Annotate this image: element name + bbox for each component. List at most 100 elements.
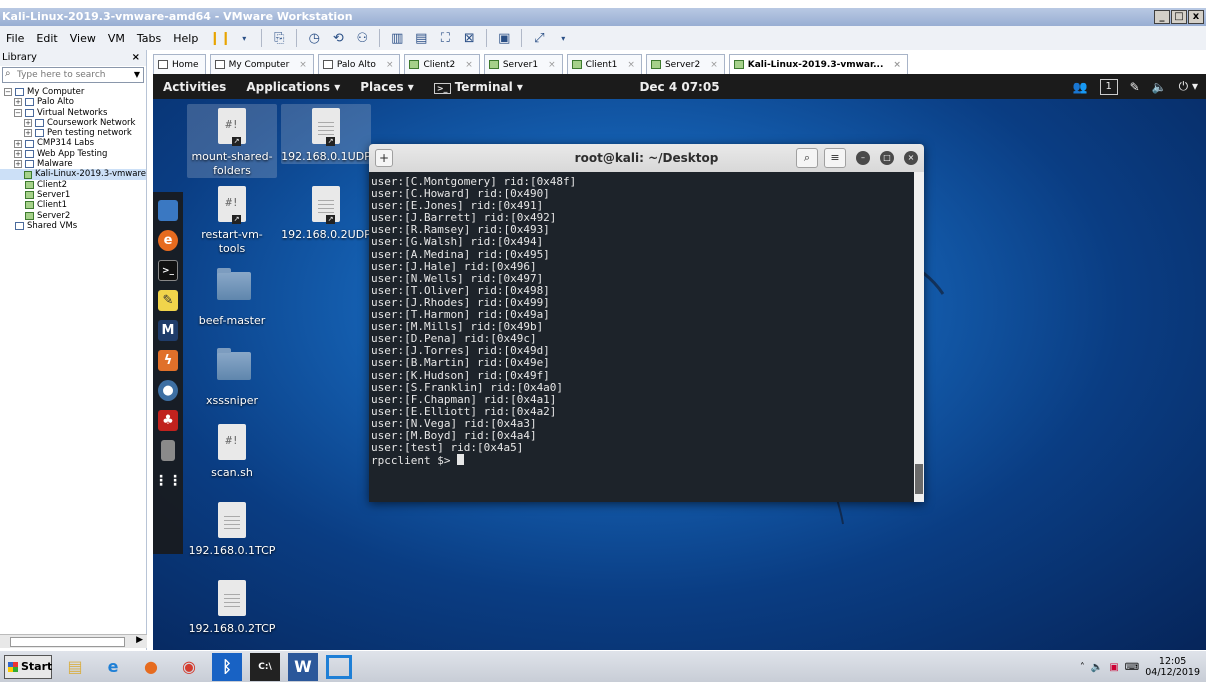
terminal-icon[interactable]: >_	[158, 260, 178, 281]
terminal-output[interactable]: user:[C.Montgomery] rid:[0x48f] user:[C.H…	[369, 172, 914, 502]
collapse-icon[interactable]: −	[4, 88, 12, 97]
desktop-icon[interactable]: 192.168.0.1TCP	[187, 498, 277, 558]
terminal-prompt-line[interactable]: rpcclient $>	[371, 454, 912, 467]
library-tree-item[interactable]: Client1	[0, 200, 146, 210]
tab-palo-alto[interactable]: Palo Alto ×	[317, 54, 401, 74]
vmware-icon[interactable]	[326, 654, 352, 679]
tab-close-icon[interactable]: ×	[465, 56, 473, 74]
word-icon[interactable]: W	[288, 652, 318, 681]
windows-clock[interactable]: 12:05 04/12/2019	[1145, 656, 1200, 678]
tab-client1[interactable]: Client1 ×	[566, 54, 642, 74]
menu-file[interactable]: File	[0, 32, 30, 45]
thumbnail-bar-icon[interactable]: ▤	[411, 29, 431, 47]
tab-close-icon[interactable]: ×	[386, 56, 394, 74]
scrollbar-thumb[interactable]	[10, 637, 125, 647]
menu-tabs[interactable]: Tabs	[131, 32, 167, 45]
maximize-button[interactable]: □	[1171, 10, 1187, 24]
library-tree-item[interactable]: − Virtual Networks	[0, 108, 146, 118]
console-view-icon[interactable]: ▣	[494, 29, 514, 47]
stretch-icon[interactable]: ⤢	[529, 29, 549, 47]
metasploit-icon[interactable]: M	[158, 320, 178, 341]
places-menu[interactable]: Places ▾	[350, 80, 424, 94]
desktop-icon[interactable]: 192.168.0.2TCP	[187, 576, 277, 636]
library-scrollbar[interactable]: ▶	[0, 634, 147, 648]
tab-server2[interactable]: Server2 ×	[645, 54, 725, 74]
bluetooth-app-icon[interactable]: ᛒ	[212, 652, 242, 681]
tab-close-icon[interactable]: ×	[893, 56, 901, 74]
firefox-icon[interactable]: e	[158, 230, 178, 251]
tab-server1[interactable]: Server1 ×	[483, 54, 563, 74]
minimize-button[interactable]: _	[1154, 10, 1170, 24]
close-icon[interactable]: ×	[904, 151, 918, 165]
network-icon[interactable]: ▣	[1109, 662, 1118, 673]
files-icon[interactable]	[158, 200, 178, 221]
library-tree-item[interactable]: + Coursework Network	[0, 118, 146, 128]
library-tree-item[interactable]: Kali-Linux-2019.3-vmware	[0, 169, 146, 180]
tab-home[interactable]: Home	[153, 54, 206, 74]
command-prompt-icon[interactable]: C:\	[250, 652, 280, 681]
library-tree-item[interactable]: + Palo Alto	[0, 97, 146, 107]
volume-icon[interactable]: 🔈	[1152, 80, 1167, 94]
cherrytree-icon[interactable]: ♣	[158, 410, 178, 431]
terminal-window[interactable]: + root@kali: ~/Desktop ⌕ ≡ – □ × user:[C…	[369, 144, 924, 502]
internet-explorer-icon[interactable]: e	[98, 653, 128, 681]
desktop-icon[interactable]: #! ↗ mount-shared- folders	[187, 104, 277, 178]
expand-icon[interactable]: +	[14, 139, 22, 148]
desktop-icon[interactable]: #! ↗ restart-vm- tools	[187, 182, 277, 256]
menu-view[interactable]: View	[64, 32, 102, 45]
revert-snapshot-icon[interactable]: ⟲	[328, 29, 348, 47]
terminal-scrollbar[interactable]	[914, 172, 924, 502]
kali-desktop[interactable]: Activities Applications ▾ Places ▾ >_ Te…	[153, 74, 1206, 650]
hamburger-menu-icon[interactable]: ≡	[824, 148, 846, 168]
terminal-app-menu[interactable]: >_ Terminal ▾	[424, 80, 533, 94]
dropdown-icon[interactable]: ▾	[553, 29, 573, 47]
start-button[interactable]: Start	[4, 654, 52, 679]
library-tree-item[interactable]: Shared VMs	[0, 221, 146, 231]
library-tree-item[interactable]: Server1	[0, 190, 146, 200]
keyboard-icon[interactable]: ⌨	[1125, 662, 1139, 673]
desktop-icon[interactable]: xsssniper	[187, 340, 277, 408]
burpsuite-icon[interactable]: ϟ	[158, 350, 178, 371]
library-tree-item[interactable]: Server2	[0, 211, 146, 221]
snapshot-icon[interactable]: ◷	[304, 29, 324, 47]
desktop-icon[interactable]: ↗ 192.168.0.2UDP	[281, 182, 371, 242]
tab-close-icon[interactable]: ×	[548, 56, 556, 74]
expand-icon[interactable]: +	[14, 160, 22, 169]
text-editor-icon[interactable]: ✎	[158, 290, 178, 311]
library-tree-item[interactable]: − My Computer	[0, 87, 146, 97]
desktop-icon[interactable]: beef-master	[187, 260, 277, 328]
show-library-icon[interactable]: ▥	[387, 29, 407, 47]
library-tree-item[interactable]: Client2	[0, 180, 146, 190]
tab-kali-linux-2019-3-vmwar[interactable]: Kali-Linux-2019.3-vmwar... ×	[728, 54, 908, 74]
tab-close-icon[interactable]: ×	[299, 56, 307, 74]
library-close-icon[interactable]: ×	[132, 50, 140, 66]
library-search-input[interactable]: ⌕ Type here to search ▼	[2, 67, 144, 83]
close-button[interactable]: x	[1188, 10, 1204, 24]
menu-edit[interactable]: Edit	[30, 32, 63, 45]
pause-icon[interactable]: ❙❙	[209, 29, 231, 47]
minimize-icon[interactable]: –	[856, 151, 870, 165]
unity-icon[interactable]: ⊠	[459, 29, 479, 47]
dropdown-icon[interactable]: ▾	[234, 29, 254, 47]
expand-icon[interactable]: +	[24, 129, 32, 138]
menu-vm[interactable]: VM	[102, 32, 131, 45]
collapse-icon[interactable]: −	[14, 108, 22, 117]
expand-icon[interactable]: +	[24, 119, 32, 128]
expand-icon[interactable]: +	[14, 149, 22, 158]
desktop-icon[interactable]: ↗ 192.168.0.1UDP	[281, 104, 371, 164]
send-ctrl-alt-del-icon[interactable]: ⎘	[269, 29, 289, 47]
maximize-icon[interactable]: □	[880, 151, 894, 165]
scroll-right-icon[interactable]: ▶	[136, 635, 143, 645]
chevron-down-icon[interactable]: ▼	[134, 68, 140, 82]
pen-icon[interactable]: ✎	[1130, 80, 1140, 94]
library-tree-item[interactable]: + Malware	[0, 159, 146, 169]
library-tree-item[interactable]: + Pen testing network	[0, 128, 146, 138]
kali-clock[interactable]: Dec 4 07:05	[639, 80, 719, 94]
full-screen-icon[interactable]: ⛶	[435, 29, 455, 47]
power-icon[interactable]: ⏻ ▾	[1179, 79, 1198, 94]
search-icon[interactable]: ⌕	[796, 148, 818, 168]
tab-client2[interactable]: Client2 ×	[404, 54, 480, 74]
firefox-icon[interactable]: ●	[136, 653, 166, 681]
menu-help[interactable]: Help	[167, 32, 204, 45]
expand-icon[interactable]: +	[14, 98, 22, 107]
